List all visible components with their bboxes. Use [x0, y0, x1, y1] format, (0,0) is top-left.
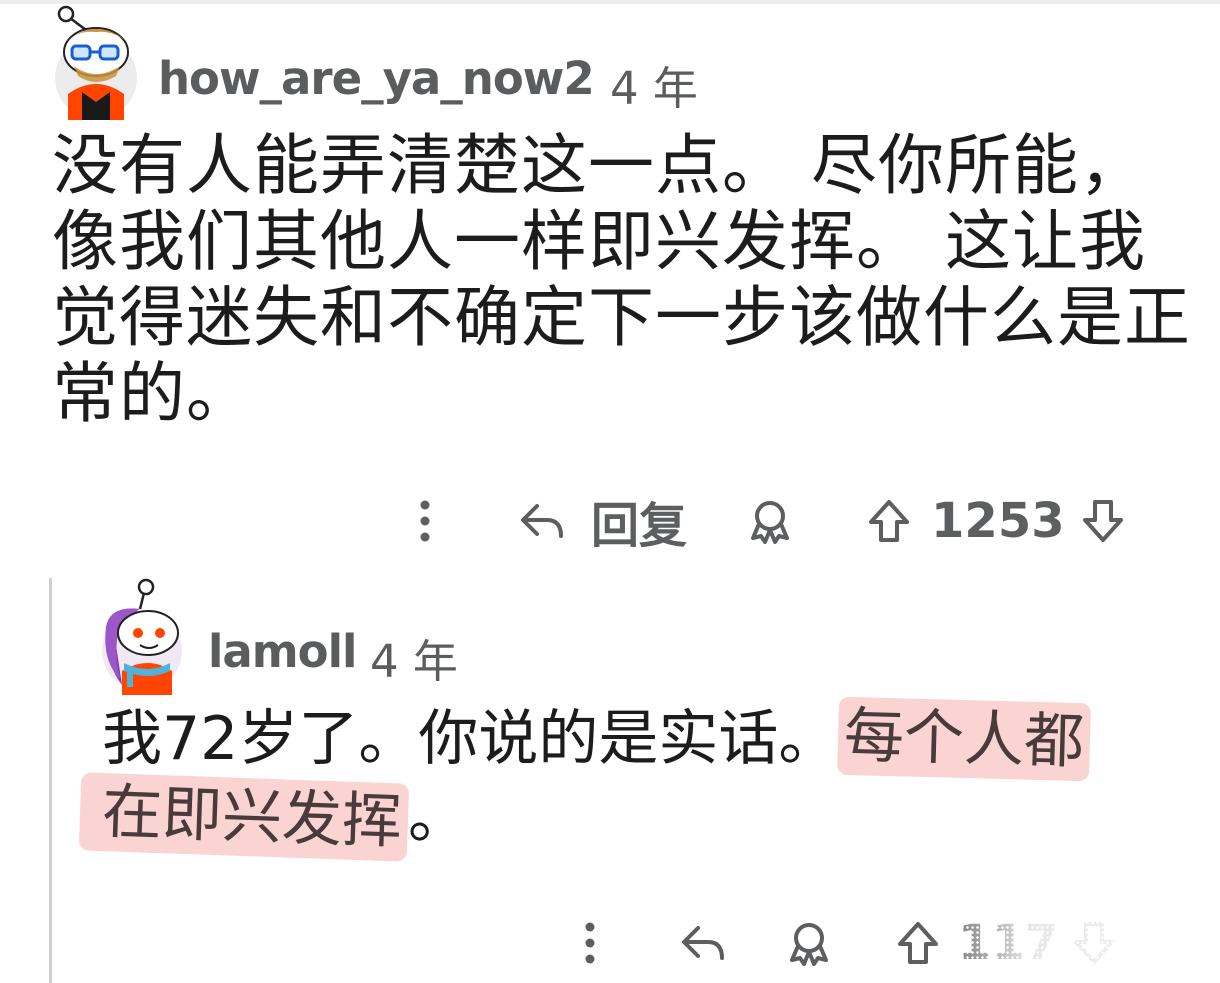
more-vertical-icon[interactable]: [570, 915, 610, 971]
comment-actions: 回复 1253: [405, 490, 1127, 554]
watermark-dots: [945, 915, 1215, 975]
comment-body: 我72岁了。你说的是实话。每个人都 在即兴发挥。: [78, 696, 1210, 862]
username[interactable]: how_are_ya_now2: [158, 52, 595, 105]
comment-body: 没有人能弄清楚这一点。 尽你所能， 像我们其他人一样即兴发挥。 这让我 觉得迷失…: [52, 128, 1192, 432]
reply-button[interactable]: 回复: [517, 486, 687, 556]
comment-age: 4 年: [610, 62, 698, 115]
highlighted-text: 每个人都: [837, 696, 1092, 782]
highlighted-text: 在即兴发挥: [78, 772, 410, 862]
thread-line[interactable]: [49, 578, 52, 983]
comment-line: 像我们其他人一样即兴发挥。 这让我: [52, 203, 1146, 280]
upvote-icon[interactable]: [865, 496, 913, 546]
reply-icon: [521, 504, 563, 538]
award-icon[interactable]: [784, 918, 834, 968]
more-vertical-icon[interactable]: [405, 493, 445, 549]
username[interactable]: lamoll: [208, 625, 357, 678]
user-avatar[interactable]: [52, 2, 142, 120]
downvote-icon[interactable]: [1079, 496, 1127, 546]
comment-text: 我72岁了。你说的是实话。: [102, 704, 839, 774]
top-divider: [0, 0, 1220, 4]
comment-text: 。: [408, 782, 468, 852]
award-icon[interactable]: [745, 496, 795, 546]
comment-line: 在即兴发挥。: [78, 772, 1210, 862]
comment-age: 4 年: [370, 635, 458, 688]
comment-line: 没有人能弄清楚这一点。 尽你所能，: [52, 127, 1146, 204]
comment-line: 我72岁了。你说的是实话。每个人都: [80, 696, 1210, 782]
comment-line: 觉得迷失和不确定下一步该做什么是正: [52, 279, 1191, 356]
user-avatar[interactable]: [100, 575, 192, 695]
vote-count: 1253: [931, 493, 1065, 549]
reply-icon[interactable]: [678, 918, 728, 968]
comment-line: 常的。: [52, 355, 253, 432]
reply-label: 回复: [591, 498, 688, 554]
